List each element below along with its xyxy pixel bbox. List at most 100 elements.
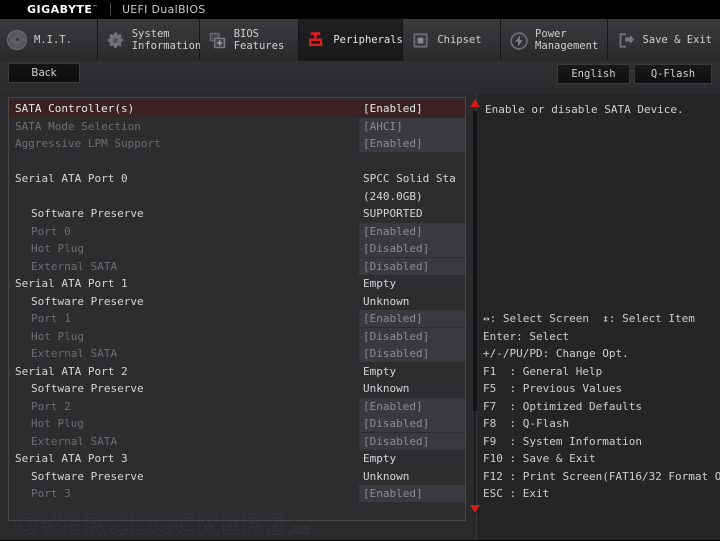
setting-row[interactable]: Software Preserve SUPPORTED: [9, 205, 465, 222]
tab-bios-features[interactable]: BIOSFeatures: [200, 19, 300, 61]
qflash-button[interactable]: Q-Flash: [634, 64, 712, 84]
brand-bar: GIGABYTE™ UEFI DualBIOS: [0, 0, 720, 19]
tab-save-and-exit[interactable]: Save & Exit: [608, 19, 720, 61]
setting-row[interactable]: External SATA [Disabled]: [9, 345, 465, 362]
setting-value[interactable]: Unknown: [361, 380, 409, 397]
tab-chipset[interactable]: Chipset: [403, 19, 501, 61]
setting-name: Serial ATA Port 0: [15, 170, 128, 187]
back-button[interactable]: Back: [8, 63, 80, 83]
setting-value[interactable]: [Enabled]: [361, 223, 423, 240]
chipset-icon: [410, 29, 432, 51]
gigabyte-logo: GIGABYTE™: [27, 3, 98, 16]
setting-row[interactable]: Port 2 [Enabled]: [9, 398, 465, 415]
tab-mit[interactable]: M.I.T.: [0, 19, 98, 61]
gear-icon: [105, 29, 127, 51]
setting-value[interactable]: [Disabled]: [361, 328, 429, 345]
gigabyte-logo-text: GIGABYTE: [27, 3, 92, 16]
key-legend-line: F8 : Q-Flash: [483, 415, 720, 433]
setting-name: External SATA: [31, 258, 117, 275]
cpu-disc-icon: [7, 29, 29, 51]
setting-value[interactable]: (240.0GB): [361, 188, 423, 205]
setting-value[interactable]: Unknown: [361, 468, 409, 485]
setting-row[interactable]: Software Preserve Unknown: [9, 293, 465, 310]
key-legend-line: F7 : Optimized Defaults: [483, 398, 720, 416]
setting-name: Aggressive LPM Support: [15, 135, 161, 152]
setting-name: Port 1: [31, 310, 71, 327]
setting-name: Software Preserve: [31, 468, 144, 485]
tab-system-information[interactable]: SystemInformation: [98, 19, 200, 61]
chipset-icon-svg: [412, 32, 429, 49]
setting-row[interactable]: Hot Plug[Disabled]: [9, 240, 465, 257]
power-bolt-icon-svg: [510, 32, 528, 50]
peripherals-icon: [306, 29, 328, 51]
setting-row[interactable]: Serial ATA Port 2Empty: [9, 363, 465, 380]
setting-name: Port 2: [31, 398, 71, 415]
setting-value[interactable]: [Disabled]: [361, 258, 429, 275]
setting-row[interactable]: SATA Controller(s)[Enabled]: [9, 100, 465, 117]
setting-value[interactable]: [Enabled]: [361, 135, 423, 152]
setting-value[interactable]: [Enabled]: [361, 100, 423, 117]
setting-row[interactable]: (240.0GB): [9, 188, 465, 205]
setting-row[interactable]: External SATA [Disabled]: [9, 258, 465, 275]
key-legend-line: ↔: Select Screen ↕: Select Item: [483, 310, 720, 328]
setting-value[interactable]: SUPPORTED: [361, 205, 423, 222]
setting-row[interactable]: Serial ATA Port 3 Empty: [9, 450, 465, 467]
setting-name: External SATA: [31, 345, 117, 362]
scroll-up-arrow-icon[interactable]: [470, 99, 480, 107]
language-button[interactable]: English: [557, 64, 630, 84]
settings-scrollbar[interactable]: [468, 97, 482, 533]
setting-row[interactable]: Aggressive LPM Support [Enabled]: [9, 135, 465, 152]
exit-arrow-icon-svg: [617, 32, 635, 49]
setting-value[interactable]: Unknown: [361, 293, 409, 310]
setting-value[interactable]: [Disabled]: [361, 433, 429, 450]
setting-value[interactable]: [Enabled]: [361, 310, 423, 327]
trademark-glyph: ™: [92, 4, 98, 10]
setting-name: Serial ATA Port 1: [15, 275, 128, 292]
setting-name: Hot Plug: [31, 415, 84, 432]
setting-value[interactable]: [Disabled]: [361, 240, 429, 257]
scrollbar-thumb[interactable]: [473, 111, 477, 411]
setting-row[interactable]: Software PreserveUnknown: [9, 380, 465, 397]
setting-row[interactable]: Hot Plug [Disabled]: [9, 415, 465, 432]
setting-name: Software Preserve: [31, 293, 144, 310]
help-panel: Enable or disable SATA Device. ↔: Select…: [476, 94, 720, 540]
key-legend-line: +/-/PU/PD: Change Opt.: [483, 345, 720, 363]
setting-row[interactable]: Hot Plug [Disabled]: [9, 328, 465, 345]
tab-power-management[interactable]: PowerManagement: [501, 19, 608, 61]
setting-row[interactable]: Serial ATA Port 1 Empty: [9, 275, 465, 292]
setting-row[interactable]: Port 3[Enabled]: [9, 485, 465, 502]
key-legend-line: F1 : General Help: [483, 363, 720, 381]
setting-name: External SATA: [31, 433, 117, 450]
setting-row[interactable]: Port 1 [Enabled]: [9, 310, 465, 327]
brand-divider: [110, 3, 111, 16]
setting-row[interactable]: Software Preserve Unknown: [9, 468, 465, 485]
setting-value[interactable]: [Enabled]: [361, 485, 423, 502]
setting-value[interactable]: [Enabled]: [361, 398, 423, 415]
setting-row[interactable]: Serial ATA Port 0 SPCC Solid Sta: [9, 170, 465, 187]
power-bolt-icon: [508, 29, 530, 51]
tab-chipset-label: Chipset: [437, 34, 481, 47]
help-text: Enable or disable SATA Device.: [485, 102, 713, 117]
setting-value[interactable]: Empty: [361, 363, 396, 380]
tab-peripherals[interactable]: Peripherals: [299, 19, 403, 61]
key-legend-line: F9 : System Information: [483, 433, 720, 451]
setting-row[interactable]: Port 0[Enabled]: [9, 223, 465, 240]
key-legend-line: F10 : Save & Exit: [483, 450, 720, 468]
setting-value[interactable]: [AHCI]: [361, 118, 403, 135]
scroll-down-arrow-icon[interactable]: [470, 505, 480, 513]
tab-power-management-label: PowerManagement: [535, 28, 598, 53]
setting-value[interactable]: Empty: [361, 275, 396, 292]
key-legend-line: Enter: Select: [483, 328, 720, 346]
setting-value[interactable]: Empty: [361, 450, 396, 467]
setting-name: Software Preserve: [31, 205, 144, 222]
setting-name: Serial ATA Port 3: [15, 450, 128, 467]
key-legend-line: F5 : Previous Values: [483, 380, 720, 398]
setting-value[interactable]: SPCC Solid Sta: [361, 170, 456, 187]
setting-value[interactable]: [Disabled]: [361, 415, 429, 432]
setting-name: Hot Plug: [31, 328, 84, 345]
main-tab-bar: M.I.T. SystemInformation BIOSFeatures: [0, 19, 720, 61]
content-area: SATA Controller(s)[Enabled]SATA Mode Sel…: [0, 94, 720, 540]
setting-row[interactable]: SATA Mode Selection[AHCI]: [9, 118, 465, 135]
setting-row[interactable]: External SATA [Disabled]: [9, 433, 465, 450]
setting-value[interactable]: [Disabled]: [361, 345, 429, 362]
